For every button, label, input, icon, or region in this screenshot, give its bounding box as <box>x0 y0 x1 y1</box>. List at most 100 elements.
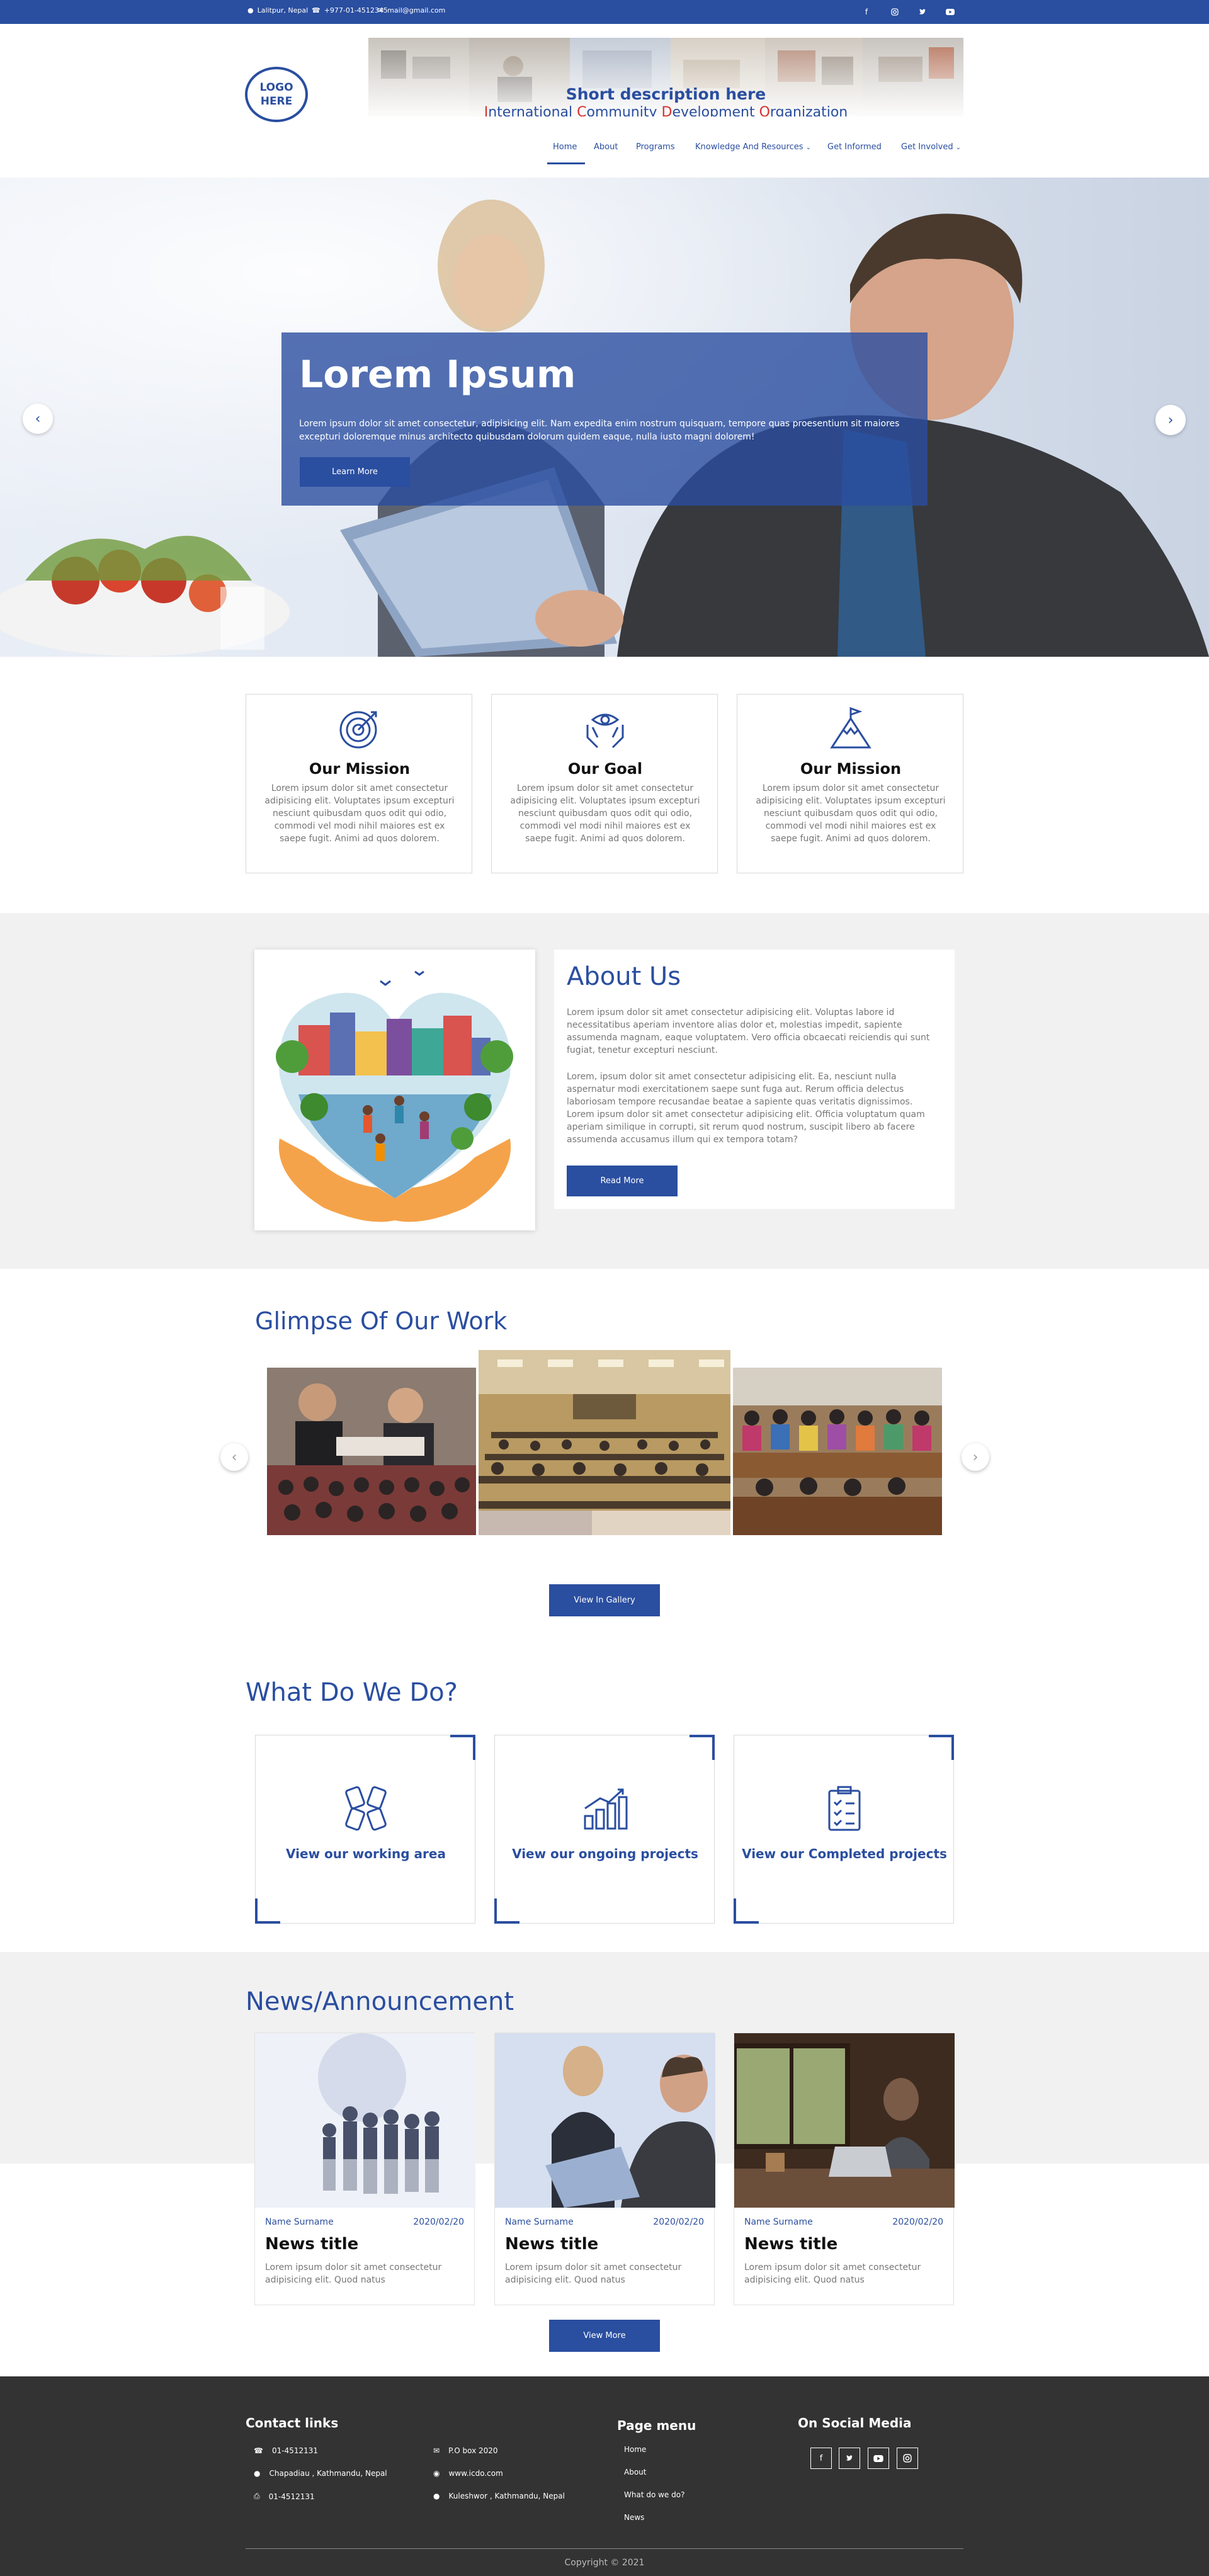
gallery-photo-2[interactable] <box>479 1350 730 1535</box>
facebook-icon[interactable]: f <box>810 2448 832 2469</box>
org-initial-4: O <box>759 105 770 116</box>
footer-link-home[interactable]: Home <box>624 2445 646 2454</box>
corner-accent <box>450 1735 475 1760</box>
contact-phone[interactable]: ☎ 01-4512131 <box>254 2446 318 2455</box>
view-in-gallery-button[interactable]: View In Gallery <box>549 1584 660 1616</box>
globe-icon: ◉ <box>433 2469 440 2478</box>
instagram-icon[interactable] <box>888 5 902 19</box>
footer-link-what-we-do[interactable]: What do we do? <box>624 2490 684 2499</box>
chevron-right-icon: › <box>1167 412 1174 428</box>
nav-knowledge-label: Knowledge And Resources <box>695 142 803 152</box>
contact-po-box: ✉ P.O box 2020 <box>433 2446 498 2455</box>
phone-icon: ☎ <box>312 6 321 14</box>
short-description: Short description here <box>565 85 766 103</box>
email-info[interactable]: ✉ mail@gmail.com <box>378 6 445 14</box>
completed-projects-card[interactable]: View our Completed projects <box>734 1735 954 1924</box>
view-more-button[interactable]: View More <box>549 2320 660 2352</box>
youtube-icon[interactable] <box>943 5 957 19</box>
hero-prev-button[interactable]: ‹ <box>23 404 53 434</box>
nav-programs[interactable]: Programs <box>636 142 675 152</box>
nav-get-involved[interactable]: Get Involved ⌄ <box>901 142 961 152</box>
copyright: Copyright © 2021 <box>564 2558 645 2568</box>
contact-website[interactable]: ◉ www.icdo.com <box>433 2469 503 2478</box>
org-initial-3: D <box>661 105 673 116</box>
learn-more-button[interactable]: Learn More <box>300 457 410 487</box>
chevron-left-icon: ‹ <box>35 411 41 427</box>
news-date: 2020/02/20 <box>653 2217 704 2227</box>
org-word-2: ommunity <box>586 105 662 116</box>
card-text: Lorem ipsum dolor sit amet consectetur a… <box>264 783 455 844</box>
news-card-text: Lorem ipsum dolor sit amet consectetur a… <box>265 2262 442 2285</box>
twitter-icon[interactable] <box>916 5 929 19</box>
hero-next-button[interactable]: › <box>1155 405 1186 435</box>
contact-address: ● Chapadiau , Kathmandu, Nepal <box>254 2469 387 2478</box>
youtube-icon[interactable] <box>868 2448 889 2469</box>
org-word-4: rganization <box>769 105 848 116</box>
location-icon: ● <box>247 6 254 14</box>
chevron-down-icon: ⌄ <box>805 144 812 151</box>
gallery-prev-button[interactable]: ‹ <box>220 1443 248 1471</box>
contact-text: 01-4512131 <box>271 2446 318 2455</box>
nav-home[interactable]: Home <box>553 142 577 152</box>
fax-icon: ⎙ <box>254 2492 260 2500</box>
phone-info[interactable]: ☎ +977-01-4512345 <box>312 6 388 14</box>
about-title: About Us <box>567 962 681 991</box>
news-card[interactable]: Name Surname 2020/02/20 News title Lorem… <box>734 2033 955 2305</box>
news-author: Name Surname <box>744 2217 813 2227</box>
handshake-icon <box>345 1786 387 1831</box>
contact-links-title: Contact links <box>246 2415 339 2431</box>
hero-text: Lorem ipsum dolor sit amet consectetur, … <box>299 419 900 442</box>
gallery-next-button[interactable]: › <box>962 1443 989 1471</box>
working-area-card[interactable]: View our working area <box>255 1735 475 1924</box>
news-card[interactable]: Name Surname 2020/02/20 News title Lorem… <box>254 2033 475 2305</box>
nav-get-informed[interactable]: Get Informed <box>827 142 882 152</box>
community-heart-image <box>276 970 513 1222</box>
top-bar: ● Lalitpur, Nepal ☎ +977-01-4512345 ✉ ma… <box>0 0 1209 24</box>
hands-eye-icon <box>586 713 624 749</box>
news-card-text: Lorem ipsum dolor sit amet consectetur a… <box>505 2262 682 2285</box>
footer-link-about[interactable]: About <box>624 2468 646 2477</box>
footer <box>0 2376 1209 2576</box>
chevron-left-icon: ‹ <box>231 1449 237 1465</box>
card-text: Lorem ipsum dolor sit amet consectetur a… <box>756 783 946 844</box>
read-more-button[interactable]: Read More <box>567 1166 678 1196</box>
news-date: 2020/02/20 <box>892 2217 943 2227</box>
ongoing-projects-card[interactable]: View our ongoing projects <box>494 1735 715 1924</box>
mail-icon: ✉ <box>378 6 384 14</box>
corner-accent <box>494 1898 519 1924</box>
org-word-1: nternational <box>488 105 577 116</box>
nav-active-indicator <box>547 162 585 164</box>
mailbox-icon: ✉ <box>433 2446 440 2455</box>
facebook-icon[interactable]: f <box>860 5 873 19</box>
instagram-icon[interactable] <box>897 2448 918 2469</box>
organization-name: International Community Development Orga… <box>368 105 963 116</box>
page-menu-title: Page menu <box>617 2418 696 2433</box>
social-media-title: On Social Media <box>798 2415 912 2431</box>
news-card-title: News title <box>265 2235 359 2254</box>
nav-get-involved-label: Get Involved <box>901 142 953 152</box>
nav-knowledge-and-resources[interactable]: Knowledge And Resources ⌄ <box>695 142 811 152</box>
what-we-do-title: What Do We Do? <box>246 1678 458 1707</box>
completed-projects-label: View our Completed projects <box>742 1846 947 1861</box>
chevron-right-icon: › <box>972 1449 979 1465</box>
news-author: Name Surname <box>505 2217 574 2227</box>
header-banner: Short description here International Com… <box>368 38 963 116</box>
gallery-photo-1[interactable] <box>267 1368 476 1535</box>
hero-title: Lorem Ipsum <box>299 353 576 397</box>
footer-link-news[interactable]: News <box>624 2513 644 2522</box>
org-word-3: evelopment <box>672 105 759 116</box>
contact-text: Chapadiau , Kathmandu, Nepal <box>269 2469 387 2478</box>
about-paragraph-2: Lorem, ipsum dolor sit amet consectetur … <box>567 1072 925 1145</box>
chevron-down-icon: ⌄ <box>955 144 962 151</box>
card-title: Our Goal <box>567 760 643 778</box>
card-title: Our Mission <box>800 760 902 778</box>
news-image-laptop-woman <box>734 2033 955 2208</box>
news-card[interactable]: Name Surname 2020/02/20 News title Lorem… <box>494 2033 715 2305</box>
gallery-photo-3[interactable] <box>733 1368 942 1535</box>
nav-about[interactable]: About <box>594 142 618 152</box>
clipboard-check-icon <box>828 1786 861 1831</box>
logo[interactable]: LOGO HERE <box>245 67 308 122</box>
twitter-icon[interactable] <box>839 2448 860 2469</box>
phone-icon: ☎ <box>254 2446 263 2455</box>
logo-line-2: HERE <box>260 95 293 108</box>
